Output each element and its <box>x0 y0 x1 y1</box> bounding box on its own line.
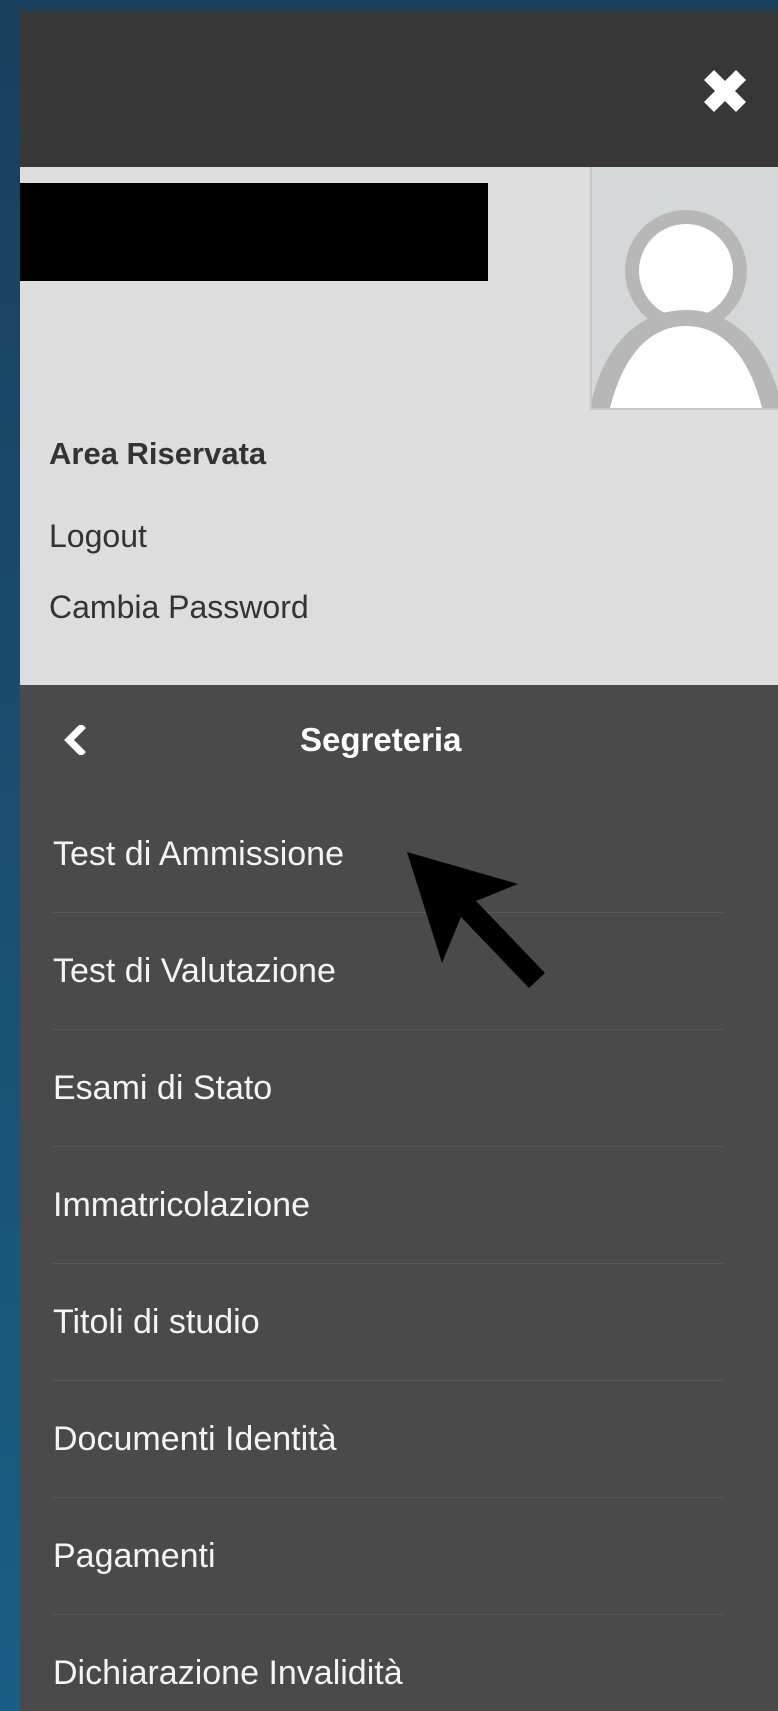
user-area: Area Riservata Logout Cambia Password <box>20 167 778 685</box>
menu-item-test-valutazione[interactable]: Test di Valutazione <box>53 913 723 1030</box>
menu-item-pagamenti[interactable]: Pagamenti <box>53 1498 723 1615</box>
section-title: Segreteria <box>300 721 462 758</box>
change-password-link[interactable]: Cambia Password <box>49 589 309 626</box>
menu-item-dichiarazione-invalidita[interactable]: Dichiarazione Invalidità <box>53 1615 723 1711</box>
menu-item-titoli-studio[interactable]: Titoli di studio <box>53 1264 723 1381</box>
side-menu-panel: Area Riservata Logout Cambia Password Se… <box>20 10 778 1711</box>
close-icon <box>704 70 746 112</box>
reserved-area-title: Area Riservata <box>49 436 267 471</box>
close-menu-button[interactable] <box>690 56 760 126</box>
menu-item-esami-stato[interactable]: Esami di Stato <box>53 1030 723 1147</box>
section-header: Segreteria <box>20 685 778 800</box>
chevron-left-icon <box>64 725 86 755</box>
menu-list: Test di Ammissione Test di Valutazione E… <box>53 796 723 1711</box>
menu-top-bar <box>20 10 778 167</box>
logout-link[interactable]: Logout <box>49 518 147 555</box>
menu-item-documenti-identita[interactable]: Documenti Identità <box>53 1381 723 1498</box>
user-avatar-icon <box>592 167 778 408</box>
redacted-user-name <box>20 183 488 281</box>
menu-item-immatricolazione[interactable]: Immatricolazione <box>53 1147 723 1264</box>
menu-item-test-ammissione[interactable]: Test di Ammissione <box>53 796 723 913</box>
back-button[interactable] <box>54 720 94 760</box>
avatar <box>590 167 778 410</box>
